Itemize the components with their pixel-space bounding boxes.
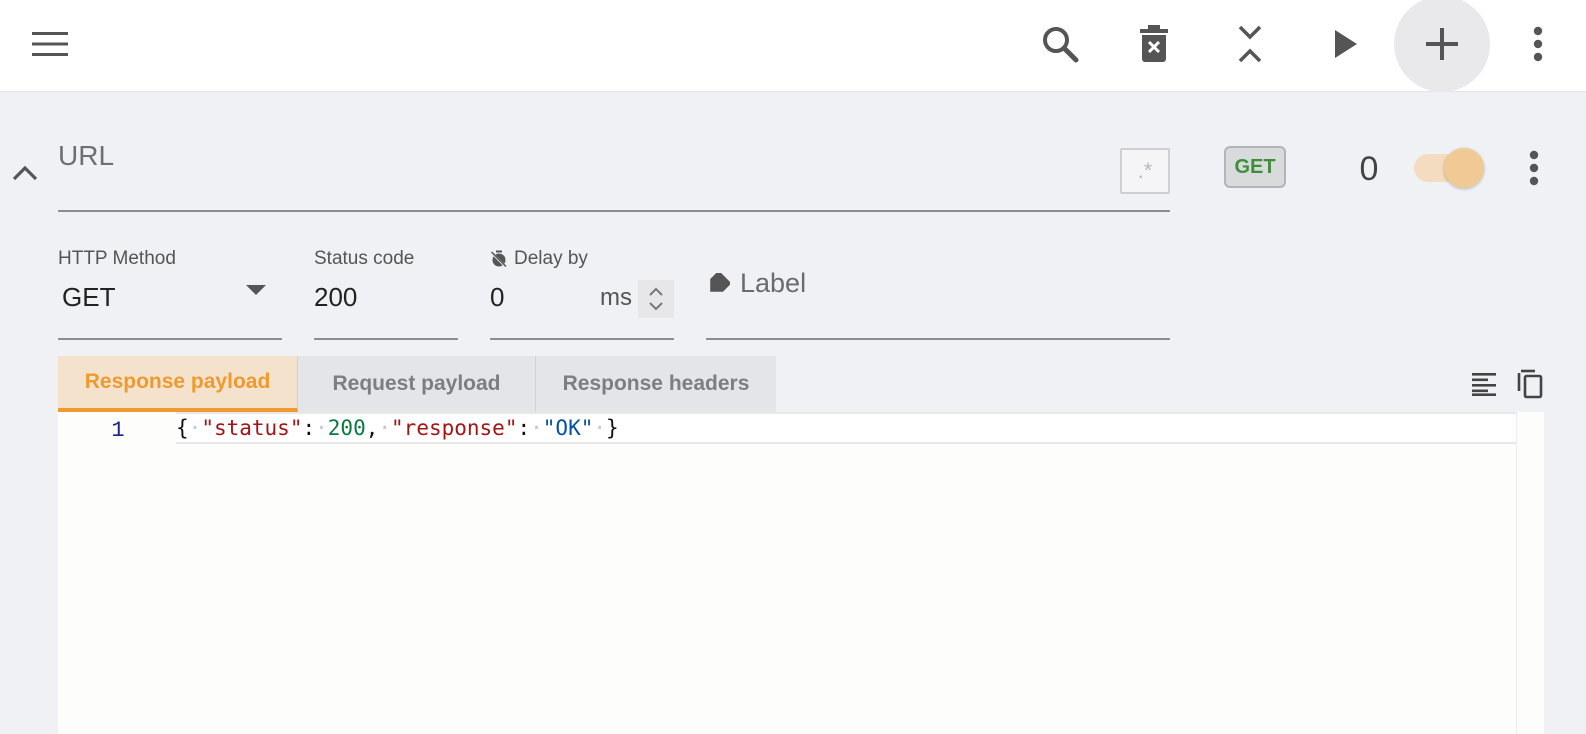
copy-icon[interactable] — [1512, 366, 1548, 402]
code-token: , — [365, 416, 379, 440]
hamburger-menu-icon[interactable] — [2, 0, 98, 88]
status-code-field[interactable]: Status code 200 — [314, 244, 458, 340]
hit-count: 0 — [1359, 150, 1379, 188]
whitespace-marker: · — [188, 416, 202, 440]
url-input[interactable] — [58, 136, 1078, 176]
line-number: 1 — [111, 418, 125, 443]
dropdown-arrow-icon[interactable] — [244, 278, 268, 302]
code-token: "response" — [391, 416, 518, 440]
whitespace-marker: · — [315, 416, 328, 440]
regex-symbol: .* — [1137, 158, 1153, 183]
code-token: 200 — [327, 416, 366, 440]
whitespace-marker: · — [593, 416, 607, 440]
delay-field[interactable]: Delay by 0 ms — [490, 244, 674, 340]
more-vert-icon[interactable] — [1490, 0, 1586, 88]
payload-tabs: Response payload Request payload Respons… — [58, 356, 776, 412]
delay-label: Delay by — [514, 248, 588, 269]
code-token: "status" — [201, 416, 303, 440]
tab-response-headers[interactable]: Response headers — [536, 356, 776, 412]
code-line[interactable]: {·"status":·200,·"response":·"OK"·} — [176, 412, 1544, 444]
search-icon[interactable] — [1012, 0, 1108, 88]
delay-spinner[interactable] — [638, 280, 674, 318]
status-code-label: Status code — [314, 248, 415, 269]
delay-value: 0 — [490, 282, 505, 312]
format-align-icon[interactable] — [1466, 366, 1502, 402]
tab-request-payload[interactable]: Request payload — [298, 356, 536, 412]
rule-more-vert-icon[interactable] — [1516, 146, 1552, 190]
status-code-value: 200 — [314, 282, 358, 312]
code-token: } — [606, 416, 619, 440]
code-editor[interactable]: 1 {·"status":·200,·"response":·"OK"·} — [58, 412, 1544, 734]
http-method-label: HTTP Method — [58, 248, 176, 269]
code-token: "OK" — [542, 416, 594, 440]
method-badge: GET — [1224, 146, 1286, 188]
add-icon[interactable] — [1394, 0, 1490, 92]
code-token: { — [176, 416, 189, 440]
rule-enabled-toggle[interactable] — [1414, 148, 1488, 188]
play-icon[interactable] — [1298, 0, 1394, 88]
whitespace-marker: · — [530, 416, 543, 440]
spin-up-icon[interactable] — [648, 287, 664, 297]
tab-response-payload[interactable]: Response payload — [58, 356, 298, 412]
http-method-select[interactable]: HTTP Method GET — [58, 244, 282, 340]
regex-toggle-button[interactable]: .* — [1120, 148, 1170, 194]
url-field — [58, 128, 1170, 212]
spin-down-icon[interactable] — [648, 301, 664, 311]
whitespace-marker: · — [378, 416, 392, 440]
label-placeholder: Label — [740, 268, 807, 298]
code-token: : — [302, 416, 316, 440]
delay-unit: ms — [600, 284, 632, 311]
delete-all-icon[interactable] — [1106, 0, 1202, 88]
top-toolbar — [0, 0, 1586, 92]
collapse-all-icon[interactable] — [1202, 0, 1298, 88]
editor-scrollbar[interactable] — [1516, 412, 1544, 734]
label-field[interactable]: Label — [706, 244, 1170, 340]
code-token: : — [517, 416, 531, 440]
collapse-rule-chevron-up-icon[interactable] — [8, 156, 42, 190]
timer-off-icon — [490, 250, 507, 268]
http-method-value: GET — [62, 282, 116, 312]
label-tag-icon — [710, 272, 730, 292]
toggle-knob — [1444, 148, 1484, 188]
